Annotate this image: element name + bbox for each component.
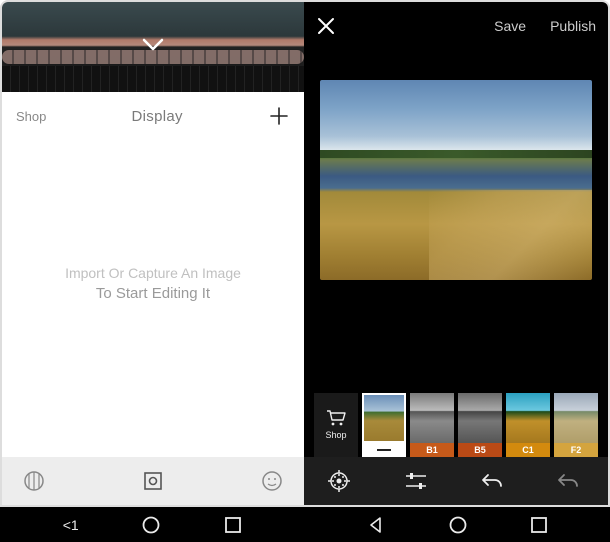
chevron-down-icon[interactable] [142,38,164,52]
add-button[interactable] [268,105,290,127]
close-button[interactable] [316,16,336,36]
filter-thumb [410,393,454,443]
left-header: Shop Display [2,92,304,140]
filter-tag [362,443,406,457]
right-top-bar: Save Publish [304,2,608,50]
filter-c1[interactable]: C1 [506,393,550,457]
system-nav-bar: <1 [0,507,610,542]
filter-b1[interactable]: B1 [410,393,454,457]
empty-line-1: Import Or Capture An Image [65,265,241,281]
nav-home-icon[interactable] [448,515,468,535]
redo-icon[interactable] [556,472,584,490]
page-title: Display [46,108,268,125]
capture-icon[interactable] [141,469,165,493]
nav-recent-icon[interactable] [224,516,242,534]
filter-thumb [554,393,598,443]
preview-image[interactable] [320,80,592,280]
shop-link[interactable]: Shop [16,109,46,124]
background-strip [2,2,304,92]
nav-back-icon[interactable] [367,516,385,534]
filter-strip: Shop B1 B5 C1 F2 [304,393,608,457]
face-icon[interactable] [260,469,284,493]
left-toolbar [2,457,304,505]
shop-tile-label: Shop [325,430,346,440]
nav-recent-icon[interactable] [530,516,548,534]
filter-tag: B1 [410,443,454,457]
save-button[interactable]: Save [494,18,526,34]
filter-thumb [362,393,406,443]
nav-back-label[interactable]: <1 [63,517,79,533]
filter-tag: B5 [458,443,502,457]
filter-thumb [506,393,550,443]
empty-line-2: To Start Editing It [96,285,210,302]
filter-original[interactable] [362,393,406,457]
nav-home-icon[interactable] [141,515,161,535]
presets-icon[interactable] [328,470,356,492]
filter-f2[interactable]: F2 [554,393,598,457]
filter-thumb [458,393,502,443]
filter-tag: C1 [506,443,550,457]
undo-icon[interactable] [480,472,508,490]
filter-b5[interactable]: B5 [458,393,502,457]
filter-tag: F2 [554,443,598,457]
layers-icon[interactable] [22,469,46,493]
shop-tile[interactable]: Shop [314,393,358,457]
cart-icon [326,410,346,426]
empty-state: Import Or Capture An Image To Start Edit… [2,140,304,457]
adjust-icon[interactable] [404,471,432,491]
publish-button[interactable]: Publish [550,18,596,34]
edit-toolbar [304,457,608,505]
